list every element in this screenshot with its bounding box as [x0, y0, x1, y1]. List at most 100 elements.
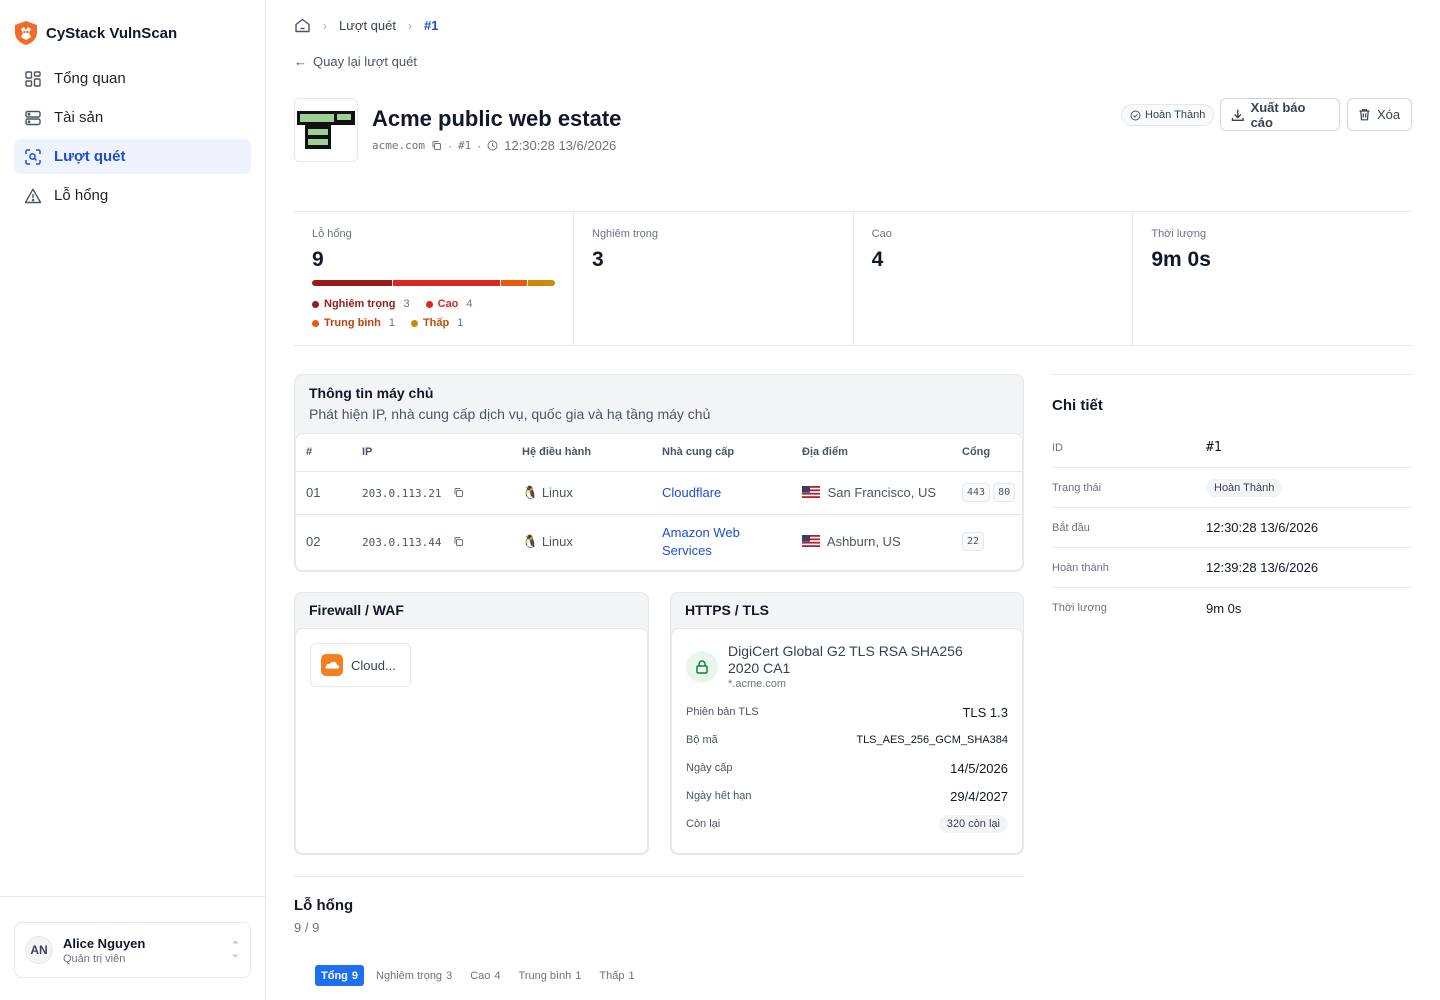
waf-name: Cloud... [351, 657, 396, 673]
tls-key: Bộ mã [686, 734, 718, 746]
cert-header: DigiCert Global G2 TLS RSA SHA256 2020 C… [686, 643, 1008, 690]
legend-dot [425, 300, 433, 308]
breadcrumb-scans[interactable]: Lượt quét [339, 18, 396, 33]
tls-value: TLS_AES_256_GCM_SHA384 [856, 734, 1008, 746]
sidebar-item-label: Lượt quét [54, 148, 126, 165]
detail-key: ID [1052, 441, 1063, 454]
table-row: 01 203.0.113.21 🐧 Linux Cloudflare San F… [296, 471, 1022, 515]
legend-label: Thấp [422, 317, 450, 329]
tls-value: TLS 1.3 [962, 704, 1008, 720]
tab-medium[interactable]: Trung bình 1 [513, 965, 588, 986]
stat-label: Cao [871, 228, 892, 240]
tab-label: Tổng [321, 969, 348, 982]
column-header: IP [352, 434, 512, 472]
sidebar-nav: Tổng quan Tài sản Lượt quét Lỗ hổng [14, 61, 251, 217]
sidebar-item-label: Lỗ hổng [54, 187, 109, 204]
section-title: Lỗ hổng [294, 897, 354, 914]
legend-dot [410, 319, 418, 327]
row-provider: Cloudflare [652, 471, 792, 515]
scan-timestamp: 12:30:28 13/6/2026 [504, 138, 617, 153]
legend-label: Trung bình [324, 317, 381, 329]
severity-bar-segment [528, 280, 555, 286]
detail-key: Thời lượng [1052, 602, 1107, 614]
detail-key: Trạng thái [1052, 481, 1102, 494]
stat-vulnerabilities: Lỗ hổng 9 Nghiêm trọng 3 Cao 4 Trung bìn… [294, 212, 574, 345]
provider-link[interactable]: Cloudflare [662, 485, 721, 500]
tab-low[interactable]: Thấp 1 [593, 965, 640, 986]
tls-card: HTTPS / TLS DigiCert Global G2 TLS RSA S… [670, 592, 1024, 855]
sidebar-item-assets[interactable]: Tài sản [14, 100, 251, 135]
column-header: Cổng [952, 434, 1022, 472]
user-name: Alice Nguyen [63, 935, 146, 951]
section-divider [294, 876, 1024, 877]
sidebar-item-scans[interactable]: Lượt quét [14, 139, 251, 174]
stat-label: Thời lượng [1151, 228, 1207, 240]
delete-button[interactable]: Xóa [1347, 98, 1412, 131]
cert-subject: *.acme.com [728, 678, 787, 690]
tab-count: 1 [575, 969, 582, 982]
ip-value: 203.0.113.44 [362, 536, 442, 550]
cert-issuer: DigiCert Global G2 TLS RSA SHA256 2020 C… [728, 643, 963, 676]
home-icon[interactable] [294, 17, 311, 34]
provider-link[interactable]: Amazon Web Services [662, 524, 762, 560]
tab-count: 3 [446, 969, 453, 982]
stat-critical: Nghiêm trọng 3 [574, 212, 854, 345]
port-badge: 80 [993, 483, 1016, 502]
export-report-button[interactable]: Xuất báo cáo [1220, 98, 1340, 131]
table-row: 02 203.0.113.44 🐧 Linux Amazon Web Servi… [296, 514, 1022, 569]
detail-value: 12:30:28 13/6/2026 [1206, 520, 1319, 535]
detail-value: #1 [1206, 440, 1222, 455]
legend-dot [312, 319, 319, 327]
grid-icon [25, 70, 41, 87]
stat-high: Cao 4 [854, 212, 1134, 345]
row-ports: 443 80 [952, 471, 1022, 515]
card-title: Thông tin máy chủ [309, 385, 434, 401]
waf-body: Cloud... [295, 628, 648, 854]
tls-key: Phiên bản TLS [686, 706, 759, 718]
status-badge: Hoàn Thành [1121, 104, 1215, 126]
tab-all[interactable]: Tổng 9 [315, 965, 365, 986]
column-header: Nhà cung cấp [652, 434, 792, 472]
tab-critical[interactable]: Nghiêm trọng 3 [370, 965, 458, 986]
card-title: Firewall / WAF [309, 602, 404, 618]
tls-row-expires: Ngày hết hạn 29/4/2027 [686, 782, 1008, 810]
tls-row-remaining: Còn lại 320 còn lại [686, 810, 1008, 838]
tab-high[interactable]: Cao 4 [464, 965, 506, 986]
detail-value: 9m 0s [1206, 600, 1242, 616]
export-report-label: Xuất báo cáo [1250, 99, 1306, 130]
tls-row-issued: Ngày cấp 14/5/2026 [686, 754, 1008, 782]
tls-value: 14/5/2026 [950, 760, 1008, 776]
back-link[interactable]: ← Quay lại lượt quét [294, 54, 417, 69]
row-os: 🐧 Linux [512, 471, 652, 515]
stat-duration: Thời lượng 9m 0s [1133, 212, 1412, 345]
card-subtitle: Phát hiện IP, nhà cung cấp dịch vụ, quốc… [309, 406, 711, 422]
waf-item[interactable]: Cloud... [310, 643, 411, 687]
tls-key: Ngày cấp [686, 762, 733, 774]
user-menu[interactable]: AN Alice Nguyen Quản trị viên ⌃ ⌄ [14, 922, 251, 978]
legend-high: Cao 4 [425, 298, 473, 310]
scan-id: #1 [457, 139, 472, 152]
detail-key: Bắt đầu [1052, 521, 1090, 534]
row-ports: 22 [952, 514, 1022, 569]
copy-icon[interactable] [453, 536, 464, 547]
waf-card: Firewall / WAF Cloud... [294, 592, 649, 855]
tab-count: 4 [494, 969, 501, 982]
copy-icon[interactable] [431, 140, 442, 151]
tab-count: 9 [351, 969, 359, 982]
stat-label: Nghiêm trọng [592, 228, 659, 240]
chevron-right-icon: › [323, 18, 327, 33]
os-value: Linux [541, 484, 573, 500]
lock-badge [686, 651, 718, 683]
avatar: AN [25, 936, 53, 964]
row-ip: 203.0.113.21 [352, 471, 512, 515]
sidebar-item-overview[interactable]: Tổng quan [14, 61, 251, 96]
card-title: HTTPS / TLS [685, 602, 769, 618]
stat-value: 9 [312, 248, 324, 271]
download-icon [1231, 109, 1244, 121]
sidebar-item-vulnerabilities[interactable]: Lỗ hổng [14, 178, 251, 213]
check-circle-icon [1130, 110, 1141, 120]
brand[interactable]: CyStack VulnScan [14, 20, 177, 46]
row-location: San Francisco, US [792, 471, 952, 515]
copy-icon[interactable] [453, 487, 464, 498]
hosts-table: # IP Hệ điều hành Nhà cung cấp Địa điểm … [296, 434, 1022, 569]
